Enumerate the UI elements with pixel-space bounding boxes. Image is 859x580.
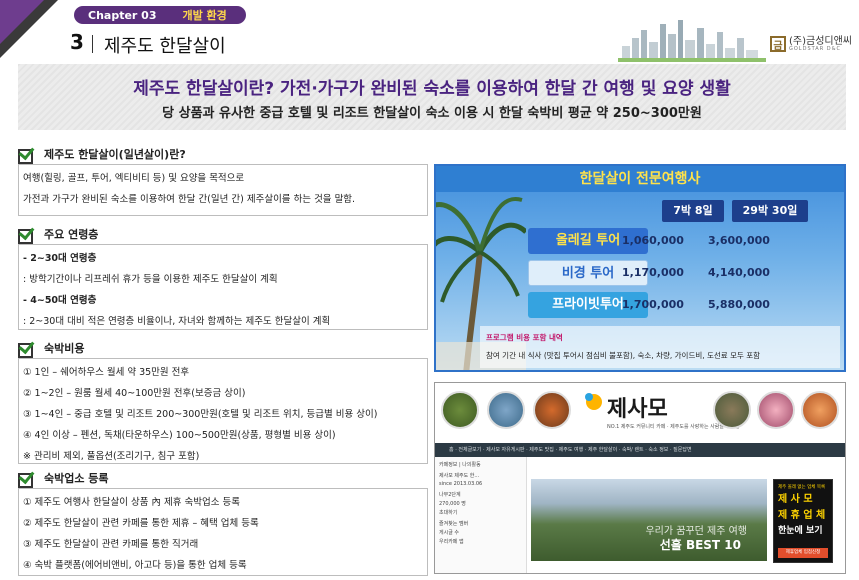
cafe-photo-circle (757, 391, 795, 429)
price-private-30days: 5,880,000 (708, 298, 770, 311)
ad-title-3: 한눈에 보기 (778, 526, 823, 536)
summary-banner: 제주도 한달살이란? 가전·가구가 완비된 숙소를 이용하여 한달 간 여행 및… (18, 64, 846, 130)
section-box-costs: ① 1인 – 쉐어하우스 월세 약 35만원 전후 ② 1~2인 – 원룸 월세… (18, 358, 428, 464)
price-olle-30days: 3,600,000 (708, 234, 770, 247)
section-heading-text: 숙박비용 (44, 342, 85, 355)
cafe-main-photo: 우리가 꿈꾸던 제주 여행 선흘 BEST 10 (531, 479, 767, 561)
cafe-photo-circle (801, 391, 839, 429)
cafe-side-line: 270,000 명 (439, 501, 466, 507)
city-skyline-icon (618, 20, 766, 62)
checkbox-icon (18, 147, 34, 164)
text-line: ② 제주도 한달살이 관련 카페를 통한 제휴 – 혜택 업체 등록 (23, 518, 259, 529)
price-table-image: 한달살이 전문여행사 7박 8일 29박 30일 올레길 투어 1,060,00… (434, 164, 846, 372)
section-heading-costs: 숙박비용 (18, 340, 85, 358)
text-line: ④ 4인 이상 – 펜션, 독채(타운하우스) 100~500만원(상품, 평형… (23, 430, 336, 441)
checkbox-icon (18, 341, 34, 358)
ad-small-text: 제주 올레 없는 업체 목록 (778, 485, 826, 490)
banner-headline: 제주도 한달살이란? 가전·가구가 완비된 숙소를 이용하여 한달 간 여행 및… (133, 79, 731, 99)
company-name-en: GOLDSTAR D&C (789, 45, 842, 52)
section-heading-definition: 제주도 한달살이(일년살이)란? (18, 146, 186, 164)
text-line: ③ 제주도 한달살이 관련 카페를 통한 직거래 (23, 539, 199, 550)
cafe-photo-circle (533, 391, 571, 429)
text-line: : 방학기간이나 리프레쉬 휴가 등을 이용한 제주도 한달살이 계획 (23, 274, 278, 285)
text-line: : 2~30대 대비 적은 연령층 비율이나, 자녀와 함께하는 제주도 한달살… (23, 316, 331, 327)
text-line: 가전과 가구가 완비된 숙소를 이용하여 한달 간(일년 간) 제주살이를 하는… (23, 194, 356, 205)
text-line: ④ 숙박 플랫폼(에어비앤비, 아고다 등)을 통한 업체 등록 (23, 560, 247, 571)
cafe-sidebar: 카페정보 | 나의활동 제사모 제주도 한... since 2013.03.0… (435, 457, 527, 573)
cafe-header: 제사모 NO.1 제주도 커뮤니티 카페 · 제주도를 사랑하는 사람들의 모임 (435, 383, 845, 443)
section-box-definition: 여행(힐링, 골프, 투어, 엑티비티 등) 및 요양을 목적으로 가전과 가구… (18, 164, 428, 216)
company-logo-mark: 금 (770, 36, 786, 52)
cafe-screenshot: 제사모 NO.1 제주도 커뮤니티 카페 · 제주도를 사랑하는 사람들의 모임… (434, 382, 846, 574)
included-label: 프로그램 비용 포함 내역 (486, 333, 563, 342)
chapter-sub-label: 개발 환경 (182, 9, 227, 22)
text-line: ① 1인 – 쉐어하우스 월세 약 35만원 전후 (23, 367, 190, 378)
cafe-side-line: 즐겨찾는 멤버 (439, 521, 469, 527)
cafe-side-line: 초대하기 (439, 510, 458, 516)
column-header-30days: 29박 30일 (732, 200, 808, 222)
section-heading-registration: 숙박업소 등록 (18, 470, 109, 488)
cafe-side-line: 나무2단계 (439, 492, 461, 498)
text-line: - 2~30대 연령층 (23, 253, 97, 264)
section-box-age-groups: - 2~30대 연령층 : 방학기간이나 리프레쉬 휴가 등을 이용한 제주도 … (18, 244, 428, 330)
section-box-registration: ① 제주도 여행사 한달살이 상품 內 제휴 숙박업소 등록 ② 제주도 한달살… (18, 488, 428, 576)
cafe-side-line: 우리카페 앱 (439, 539, 464, 545)
section-heading-text: 제주도 한달살이(일년살이)란? (44, 148, 186, 161)
cafe-photo-caption-2: 선흘 BEST 10 (659, 538, 741, 552)
checkbox-icon (18, 227, 34, 244)
section-heading-text: 주요 연령층 (44, 228, 99, 241)
column-header-8days: 7박 8일 (662, 200, 724, 222)
checkbox-icon (18, 471, 34, 488)
chapter-label: Chapter 03 (88, 8, 157, 22)
cafe-side-line: 카페정보 | 나의활동 (439, 462, 481, 468)
text-line: ③ 1~4인 – 중급 호텔 및 리조트 200~300만원(호텔 및 리조트 … (23, 409, 378, 420)
ad-apply-button: 제휴업체 입점신청 (778, 548, 828, 558)
section-heading-age-groups: 주요 연령층 (18, 226, 99, 244)
banner-subline: 당 상품과 유사한 중급 호텔 및 리조트 한달살이 숙소 이용 시 한달 숙박… (162, 106, 702, 121)
cafe-side-line: since 2013.03.06 (439, 481, 483, 487)
text-line: 여행(힐링, 골프, 투어, 엑티비티 등) 및 요양을 목적으로 (23, 173, 245, 184)
text-line: ※ 관리비 제외, 풀옵션(조리기구, 침구 포함) (23, 451, 200, 462)
section-divider (92, 35, 93, 53)
cafe-nav-bar: 홈 · 전체글보기 · 제사모 자유게시판 · 제주도 맛집 · 제주도 여행 … (435, 443, 845, 457)
ad-title-1: 제 사 모 (778, 494, 813, 505)
page-title: 제주도 한달살이 (104, 36, 226, 57)
sun-logo-icon (585, 393, 602, 410)
cafe-side-line: 게시글 수 (439, 530, 459, 536)
section-number: 3 (70, 30, 84, 54)
price-scenic-8days: 1,170,000 (622, 266, 684, 279)
cafe-logo: 제사모 (607, 397, 668, 422)
text-line: ② 1~2인 – 원룸 월세 40~100만원 전후(보증금 상이) (23, 388, 246, 399)
section-heading-text: 숙박업소 등록 (44, 472, 109, 485)
price-olle-8days: 1,060,000 (622, 234, 684, 247)
cafe-photo-circle (441, 391, 479, 429)
price-table-title: 한달살이 전문여행사 (436, 166, 844, 192)
ad-title-2: 제 휴 업 체 (778, 510, 826, 521)
cafe-photo-circle (713, 391, 751, 429)
company-name: (주)금성디앤씨 (789, 35, 853, 47)
cafe-photo-caption-1: 우리가 꿈꾸던 제주 여행 (645, 526, 747, 537)
price-private-8days: 1,700,000 (622, 298, 684, 311)
price-scenic-30days: 4,140,000 (708, 266, 770, 279)
header-corner-purple (0, 0, 44, 44)
company-logo: 금 (주)금성디앤씨 GOLDSTAR D&C (770, 36, 852, 52)
included-text: 참여 기간 내 식사 (맛집 투어시 점심비 불포함), 숙소, 차량, 가이드… (486, 351, 761, 360)
cafe-ad-banner: 제주 올레 없는 업체 목록 제 사 모 제 휴 업 체 한눈에 보기 제휴업체… (773, 479, 833, 563)
cafe-side-line: 제사모 제주도 한... (439, 473, 480, 479)
text-line: ① 제주도 여행사 한달살이 상품 內 제휴 숙박업소 등록 (23, 497, 240, 508)
chapter-pill: Chapter 03 개발 환경 (74, 6, 246, 24)
text-line: - 4~50대 연령층 (23, 295, 97, 306)
cafe-photo-circle (487, 391, 525, 429)
